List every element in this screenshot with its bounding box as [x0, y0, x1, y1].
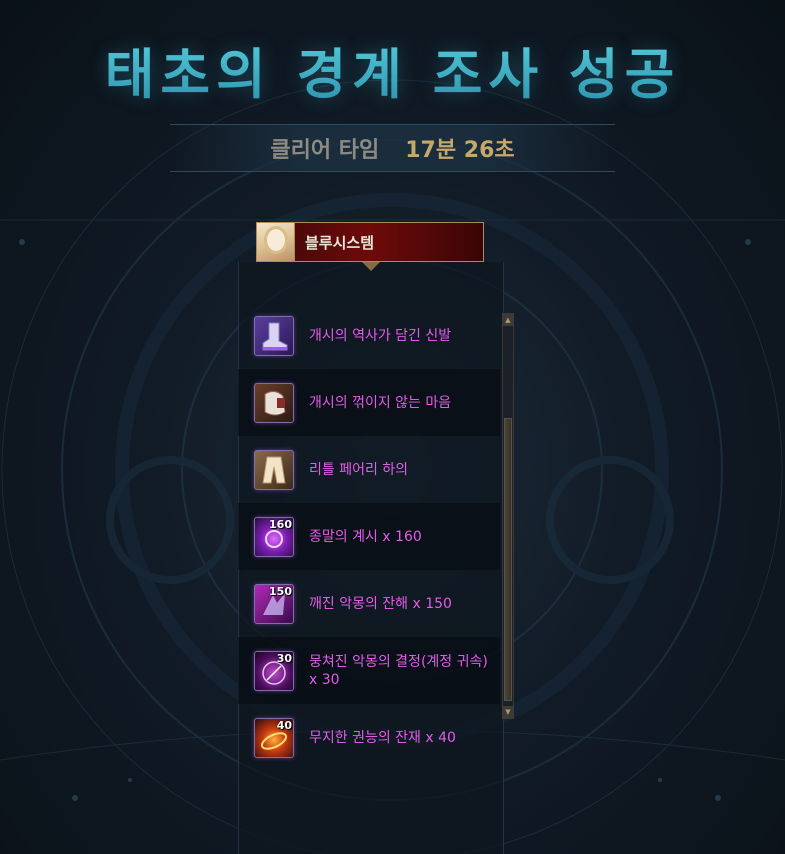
reward-item[interactable]: 리틀 페어리 하의: [238, 436, 500, 503]
dungeon-result-title: 태초의 경계 조사 성공: [0, 30, 785, 109]
reward-item-name: 개시의 역사가 담긴 신발: [309, 327, 452, 344]
reward-scrollbar[interactable]: ▲ ▼: [502, 313, 514, 719]
fairy-pants-icon: [254, 449, 294, 490]
reward-item[interactable]: 개시의 역사가 담긴 신발: [238, 302, 500, 369]
reward-item-name: 리틀 페어리 하의: [309, 461, 409, 478]
clear-time-label: 클리어 타임: [270, 138, 380, 163]
reward-item-name: 깨진 악몽의 잔해 x 150: [309, 595, 452, 612]
player-name: 블루시스템: [305, 233, 375, 252]
character-portrait-icon: [257, 223, 295, 261]
scroll-up-icon[interactable]: ▲: [503, 314, 513, 326]
item-quantity-badge: 150: [269, 584, 292, 598]
reward-item[interactable]: 150 깨진 악몽의 잔해 x 150: [238, 570, 500, 637]
reward-item-name: 무지한 권능의 잔재 x 40: [309, 729, 456, 746]
clear-time-bar: 클리어 타임 17분 26초: [170, 124, 615, 172]
reward-item-name: 뭉쳐진 악몽의 결정(계정 귀속) x 30: [309, 653, 488, 688]
reward-item[interactable]: 160 종말의 계시 x 160: [238, 503, 500, 570]
player-header: 블루시스템: [256, 222, 484, 262]
heart-relic-icon: [254, 382, 294, 423]
item-quantity-badge: 40: [276, 718, 292, 732]
item-quantity-badge: 160: [269, 517, 292, 531]
purple-orb-icon: 160: [254, 516, 294, 557]
reward-item[interactable]: 개시의 꺾이지 않는 마음: [238, 369, 500, 436]
shoes-icon: [254, 315, 294, 356]
scroll-thumb[interactable]: [504, 418, 512, 701]
header-pointer: [362, 262, 380, 271]
nightmare-shard-icon: 150: [254, 583, 294, 624]
scroll-down-icon[interactable]: ▼: [503, 706, 513, 718]
item-quantity-badge: 30: [276, 651, 292, 665]
reward-item[interactable]: 30 뭉쳐진 악몽의 결정(계정 귀속) x 30: [238, 637, 500, 704]
reward-item-name: 개시의 꺾이지 않는 마음: [309, 394, 452, 411]
reward-item[interactable]: 40 무지한 권능의 잔재 x 40: [238, 704, 500, 771]
reward-item-name: 종말의 계시 x 160: [309, 528, 422, 545]
reward-list[interactable]: 개시의 역사가 담긴 신발 개시의 꺾이지 않는 마음 리틀 페어리 하의 16…: [238, 302, 500, 771]
nightmare-crystal-icon: 30: [254, 650, 294, 691]
clear-time-value: 17분 26초: [405, 138, 515, 163]
fire-ring-icon: 40: [254, 717, 294, 758]
